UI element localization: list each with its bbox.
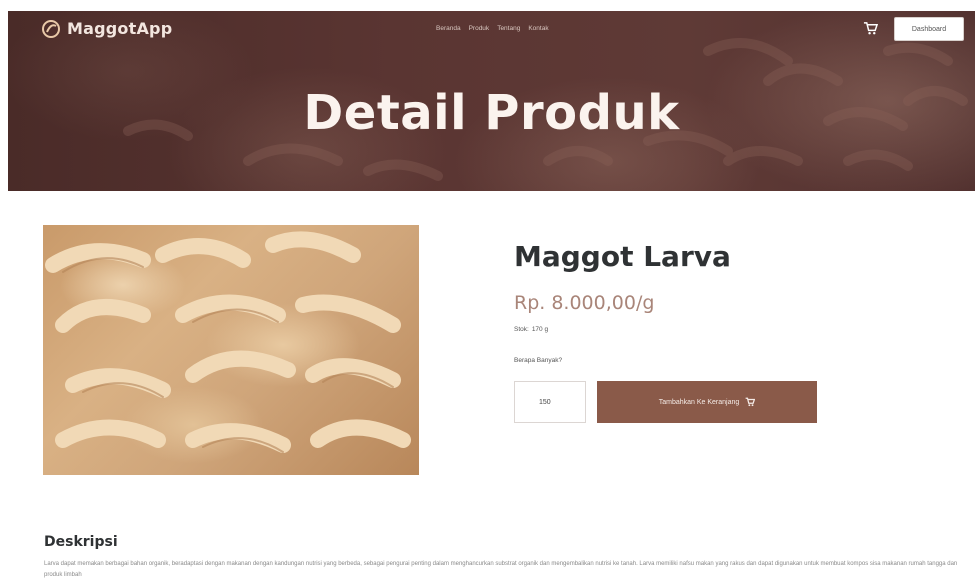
leaf-logo-icon — [42, 19, 60, 38]
stock-info: Stok: 170 g — [514, 326, 548, 333]
add-to-cart-button[interactable]: Tambahkan Ke Keranjang — [597, 381, 817, 423]
quantity-input[interactable] — [514, 381, 586, 423]
add-to-cart-label: Tambahkan Ke Keranjang — [658, 398, 740, 406]
navbar: MaggotApp Beranda Produk Tentang Kontak … — [8, 11, 975, 47]
maggot-larva-photo — [45, 231, 411, 453]
stock-label: Stok: — [514, 326, 529, 333]
stock-value: 170 g — [531, 326, 549, 333]
cart-icon — [745, 397, 756, 407]
cart-icon[interactable] — [863, 21, 878, 36]
quantity-label: Berapa Banyak? — [514, 357, 563, 364]
nav-link-kontak[interactable]: Kontak — [528, 25, 548, 32]
nav-links: Beranda Produk Tentang Kontak — [436, 25, 549, 32]
nav-link-beranda[interactable]: Beranda — [436, 25, 461, 32]
hero-banner: MaggotApp Beranda Produk Tentang Kontak … — [8, 11, 975, 191]
product-name: Maggot Larva — [514, 240, 731, 273]
nav-link-tentang[interactable]: Tentang — [497, 25, 520, 32]
description-heading: Deskripsi — [44, 534, 118, 550]
nav-link-produk[interactable]: Produk — [469, 25, 490, 32]
page-title: Detail Produk — [303, 85, 680, 141]
brand-name: MaggotApp — [67, 19, 173, 38]
description-text: Larva dapat memakan berbagai bahan organ… — [44, 561, 958, 578]
brand[interactable]: MaggotApp — [42, 19, 172, 38]
dashboard-button[interactable]: Dashboard — [894, 17, 964, 41]
product-price: Rp. 8.000,00/g — [514, 292, 655, 314]
product-image — [43, 225, 419, 475]
